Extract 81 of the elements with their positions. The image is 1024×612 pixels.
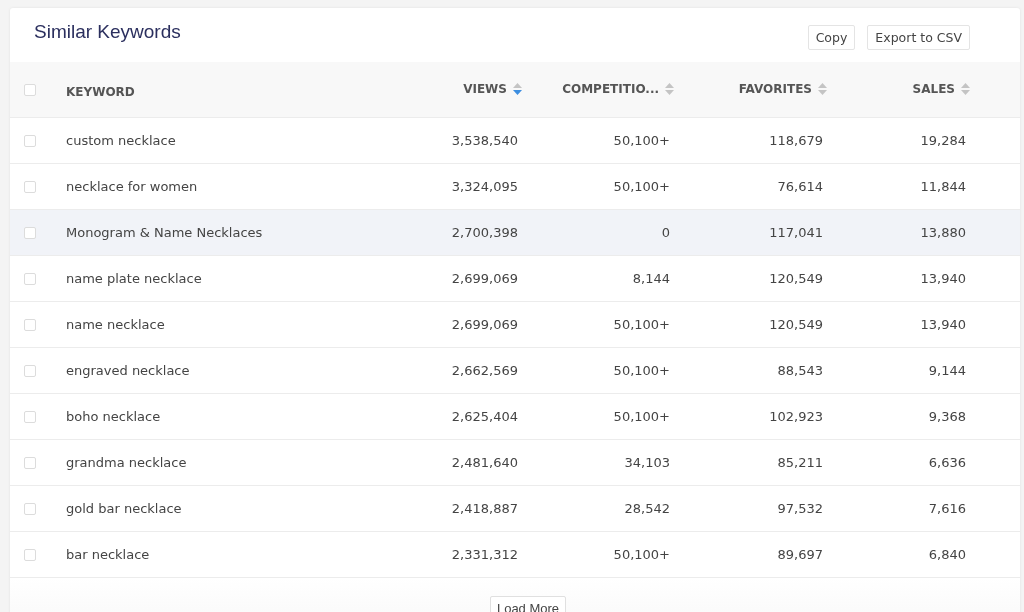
table-cell: 97,532 <box>777 501 823 516</box>
table-cell: 50,100+ <box>613 179 670 194</box>
table-cell: 13,940 <box>920 271 966 286</box>
row-checkbox[interactable] <box>24 318 36 331</box>
table-row[interactable]: engraved necklace 2,662,569 50,100+ 88,543 9,144 <box>10 348 1020 394</box>
card-title: Similar Keywords <box>34 21 182 43</box>
table-row[interactable]: custom necklace 3,538,540 50,100+ 118,679 19,284 <box>10 118 1020 164</box>
row-checkbox[interactable] <box>24 180 36 193</box>
table-cell: 2,662,569 <box>451 363 518 378</box>
column-header[interactable]: COMPETITIO... <box>562 81 659 96</box>
table-cell: 85,211 <box>777 455 823 470</box>
table-cell: 76,614 <box>777 179 823 194</box>
table-cell: 120,549 <box>769 271 823 286</box>
table-cell: 13,880 <box>920 225 966 240</box>
action-button[interactable]: Export to CSV <box>867 25 970 50</box>
sort-icon[interactable] <box>513 82 522 95</box>
row-checkbox[interactable] <box>24 456 36 469</box>
table-cell: 2,481,640 <box>451 455 518 470</box>
table-cell: 118,679 <box>769 133 823 148</box>
table-cell: custom necklace <box>66 133 176 148</box>
table-cell: 6,636 <box>928 455 966 470</box>
row-checkbox[interactable] <box>24 548 36 561</box>
action-button[interactable]: Copy <box>807 25 856 50</box>
sort-icon[interactable] <box>961 82 970 95</box>
table-cell: name necklace <box>66 317 165 332</box>
table-cell: 88,543 <box>777 363 823 378</box>
column-header[interactable]: FAVORITES <box>738 81 812 96</box>
table-cell: 28,542 <box>624 501 670 516</box>
table-cell: 89,697 <box>777 547 823 562</box>
table-cell: 50,100+ <box>613 409 670 424</box>
table-cell: gold bar necklace <box>66 501 182 516</box>
row-checkbox[interactable] <box>24 410 36 423</box>
table-cell: 0 <box>661 225 670 240</box>
table-cell: 11,844 <box>920 179 966 194</box>
sort-icon[interactable] <box>665 82 674 95</box>
table-cell: 2,418,887 <box>451 501 518 516</box>
table-cell: 9,368 <box>928 409 966 424</box>
table-cell: 7,616 <box>928 501 966 516</box>
table-cell: 117,041 <box>769 225 823 240</box>
row-checkbox[interactable] <box>24 226 36 239</box>
table-cell: 9,144 <box>928 363 966 378</box>
table-cell: name plate necklace <box>66 271 202 286</box>
table-cell: necklace for women <box>66 179 198 194</box>
table-row[interactable]: name plate necklace 2,699,069 8,144 120,549 13,940 <box>10 256 1020 302</box>
table-cell: 50,100+ <box>613 363 670 378</box>
table-cell: 34,103 <box>624 455 670 470</box>
table-row[interactable]: name necklace 2,699,069 50,100+ 120,549 13,940 <box>10 302 1020 348</box>
table-cell: 2,700,398 <box>451 225 518 240</box>
table-row[interactable]: Monogram & Name Necklaces 2,700,398 0 117,041 13,880 <box>10 210 1020 256</box>
table-cell: 2,331,312 <box>451 547 518 562</box>
table-cell: 19,284 <box>920 133 966 148</box>
table-cell: bar necklace <box>66 547 150 562</box>
row-checkbox[interactable] <box>24 272 36 285</box>
table-cell: 50,100+ <box>613 547 670 562</box>
table-cell: 6,840 <box>928 547 966 562</box>
table-cell: 13,940 <box>920 317 966 332</box>
table-row[interactable]: gold bar necklace 2,418,887 28,542 97,532 7,616 <box>10 486 1020 532</box>
column-header[interactable]: KEYWORD <box>66 84 135 99</box>
table-cell: 3,538,540 <box>451 133 518 148</box>
select-all-checkbox[interactable] <box>24 83 36 96</box>
table-cell: 120,549 <box>769 317 823 332</box>
table-row[interactable]: grandma necklace 2,481,640 34,103 85,211 6,636 <box>10 440 1020 486</box>
column-header[interactable]: SALES <box>912 81 955 96</box>
sort-icon[interactable] <box>818 82 827 95</box>
table-cell: engraved necklace <box>66 363 190 378</box>
table-cell: 102,923 <box>769 409 823 424</box>
table-cell: 2,625,404 <box>451 409 518 424</box>
table-cell: Monogram & Name Necklaces <box>66 225 263 240</box>
row-checkbox[interactable] <box>24 134 36 147</box>
row-checkbox[interactable] <box>24 364 36 377</box>
table-cell: 2,699,069 <box>451 271 518 286</box>
table-cell: grandma necklace <box>66 455 187 470</box>
column-header[interactable]: VIEWS <box>463 81 507 96</box>
table-cell: 50,100+ <box>613 133 670 148</box>
table-cell: boho necklace <box>66 409 161 424</box>
table-row[interactable]: boho necklace 2,625,404 50,100+ 102,923 9,368 <box>10 394 1020 440</box>
table-cell: 2,699,069 <box>451 317 518 332</box>
table-cell: 50,100+ <box>613 317 670 332</box>
row-checkbox[interactable] <box>24 502 36 515</box>
table-cell: 8,144 <box>632 271 670 286</box>
table-cell: 3,324,095 <box>451 179 518 194</box>
